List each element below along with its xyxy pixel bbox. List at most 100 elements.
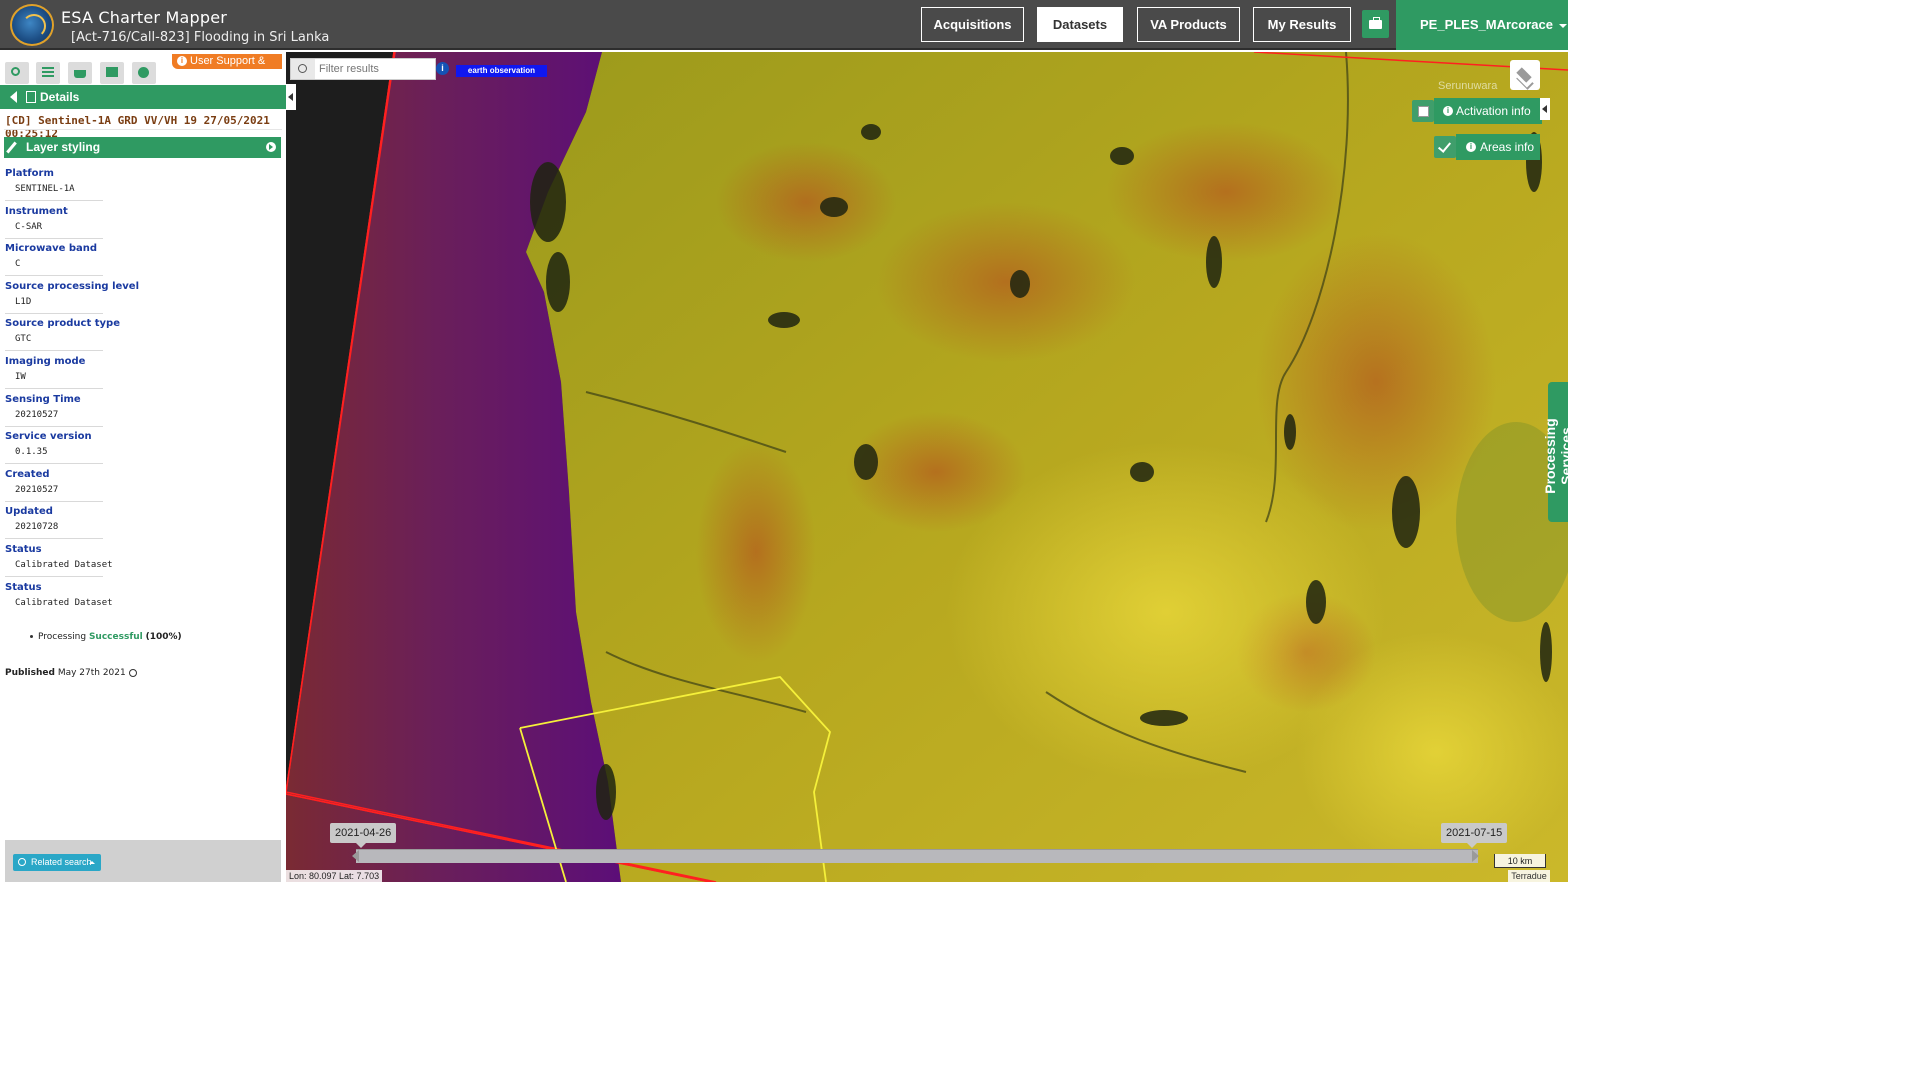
timeline-end-date[interactable]: 2021-07-15 bbox=[1441, 823, 1508, 848]
tab-my-results[interactable]: My Results bbox=[1253, 7, 1351, 42]
user-support-button[interactable]: User Support & UM bbox=[172, 54, 282, 82]
divider bbox=[5, 425, 103, 427]
settings-tool-button[interactable] bbox=[132, 62, 156, 84]
property-microwave-band: Microwave band C bbox=[5, 243, 275, 281]
clock-icon bbox=[128, 668, 137, 677]
briefcase-icon[interactable] bbox=[1362, 10, 1389, 38]
right-panel-toggle[interactable] bbox=[1540, 98, 1550, 120]
processing-result: Successful bbox=[88, 632, 143, 642]
property-label: Created bbox=[5, 468, 50, 480]
archive-tool-button[interactable] bbox=[100, 62, 124, 84]
details-header[interactable]: Details bbox=[0, 85, 286, 109]
property-updated: Updated 20210728 bbox=[5, 506, 275, 544]
property-label: Microwave band bbox=[5, 243, 98, 255]
divider bbox=[5, 350, 103, 352]
property-created: Created 20210527 bbox=[5, 469, 275, 507]
list-tool-button[interactable] bbox=[36, 62, 60, 84]
activation-info-checkbox[interactable] bbox=[1412, 100, 1434, 122]
divider bbox=[5, 275, 103, 277]
property-label: Source processing level bbox=[5, 280, 140, 292]
layer-styling-label: Layer styling bbox=[26, 140, 101, 154]
document-icon bbox=[26, 91, 36, 103]
property-label: Platform bbox=[5, 168, 54, 179]
timeline-slider[interactable] bbox=[356, 849, 1478, 863]
related-search-button[interactable]: Related search bbox=[13, 854, 101, 871]
property-label: Sensing Time bbox=[5, 393, 81, 405]
product-properties: Platform SENTINEL-1A Instrument C-SAR Mi… bbox=[5, 168, 275, 619]
caret-down-icon bbox=[1558, 23, 1567, 28]
property-value: 0.1.35 bbox=[15, 447, 48, 458]
sidebar-toolbar: User Support & UM bbox=[0, 52, 286, 84]
property-value: SENTINEL-1A bbox=[15, 184, 75, 194]
sar-image-layer[interactable] bbox=[286, 52, 1568, 882]
filter-results bbox=[290, 58, 436, 80]
activation-info-button[interactable]: Activation info bbox=[1434, 98, 1542, 124]
back-arrow-icon[interactable] bbox=[10, 91, 17, 103]
app-header: ESA Charter Mapper [Act-716/Call-823] Fl… bbox=[0, 0, 1568, 50]
property-label: Instrument bbox=[5, 205, 68, 217]
chevron-right-icon bbox=[266, 142, 276, 152]
divider bbox=[4, 129, 282, 130]
divider bbox=[5, 312, 103, 314]
scale-bar: 10 km bbox=[1494, 854, 1546, 868]
user-name: PE_PLES_MArcorace bbox=[1420, 17, 1553, 32]
search-icon[interactable] bbox=[291, 59, 315, 79]
property-label: Updated bbox=[5, 506, 53, 518]
property-value: 20210527 bbox=[15, 484, 59, 495]
processing-services-tab[interactable]: Processing Services bbox=[1542, 382, 1568, 522]
list-icon bbox=[42, 67, 54, 77]
charter-logo-icon[interactable] bbox=[10, 4, 54, 46]
property-product-type: Source product type GTC bbox=[5, 318, 275, 356]
brush-icon bbox=[6, 141, 17, 154]
user-menu[interactable]: PE_PLES_MArcorace bbox=[1396, 0, 1568, 50]
sidebar-collapse-handle[interactable] bbox=[286, 84, 296, 110]
property-value: C-SAR bbox=[15, 221, 43, 232]
basket-tool-button[interactable] bbox=[68, 62, 92, 84]
areas-info-checkbox[interactable] bbox=[1434, 136, 1456, 158]
property-value: GTC bbox=[15, 334, 32, 345]
divider bbox=[5, 575, 103, 577]
processing-prefix: Processing bbox=[38, 632, 87, 642]
tab-va-products[interactable]: VA Products bbox=[1137, 7, 1240, 42]
processing-percent: (100%) bbox=[145, 632, 182, 642]
property-value: 20210728 bbox=[15, 522, 59, 533]
timeline-start-date[interactable]: 2021-04-26 bbox=[330, 823, 397, 848]
property-value: 20210527 bbox=[15, 409, 59, 420]
divider bbox=[5, 200, 103, 201]
areas-info-button[interactable]: Areas info bbox=[1456, 134, 1540, 160]
property-imaging-mode: Imaging mode IW bbox=[5, 356, 275, 394]
timeline-end-handle[interactable] bbox=[1472, 850, 1479, 862]
search-tool-button[interactable] bbox=[5, 62, 29, 84]
property-status: Status Calibrated Dataset bbox=[5, 544, 275, 582]
place-label: Serunuwara bbox=[1438, 80, 1498, 92]
timeline-start-handle[interactable] bbox=[352, 850, 359, 862]
property-service-version: Service version 0.1.35 bbox=[5, 431, 275, 469]
sidebar: User Support & UM Details [CD] Sentinel-… bbox=[0, 52, 286, 882]
property-label: Imaging mode bbox=[5, 355, 86, 367]
layers-icon[interactable] bbox=[1510, 60, 1540, 90]
related-search-panel: Related search bbox=[5, 840, 281, 882]
divider bbox=[5, 463, 103, 465]
divider bbox=[5, 538, 103, 540]
tab-datasets[interactable]: Datasets bbox=[1037, 7, 1123, 42]
details-label: Details bbox=[40, 90, 80, 104]
info-icon[interactable]: i bbox=[436, 62, 449, 75]
property-processing-level: Source processing level L1D bbox=[5, 281, 275, 319]
map-view[interactable]: i earth observation Serunuwara Activatio… bbox=[286, 52, 1568, 882]
property-label: Status bbox=[5, 543, 42, 555]
property-label: Service version bbox=[5, 431, 92, 443]
property-value: Calibrated Dataset bbox=[15, 597, 113, 608]
earth-observation-tag[interactable]: earth observation bbox=[456, 65, 547, 77]
basket-icon bbox=[74, 70, 86, 78]
filter-results-input[interactable] bbox=[319, 61, 434, 77]
published-info: Published May 27th 2021 bbox=[5, 668, 137, 678]
property-instrument: Instrument C-SAR bbox=[5, 206, 275, 244]
layer-styling-button[interactable]: Layer styling bbox=[4, 137, 281, 158]
property-label: Status bbox=[5, 581, 42, 593]
divider bbox=[5, 500, 103, 502]
attribution[interactable]: Terradue bbox=[1508, 870, 1550, 882]
published-date: May 27th 2021 bbox=[57, 668, 126, 678]
tab-acquisitions[interactable]: Acquisitions bbox=[921, 7, 1024, 42]
coordinates-readout: Lon: 80.097 Lat: 7.703 bbox=[286, 870, 382, 882]
property-label: Source product type bbox=[5, 318, 120, 330]
